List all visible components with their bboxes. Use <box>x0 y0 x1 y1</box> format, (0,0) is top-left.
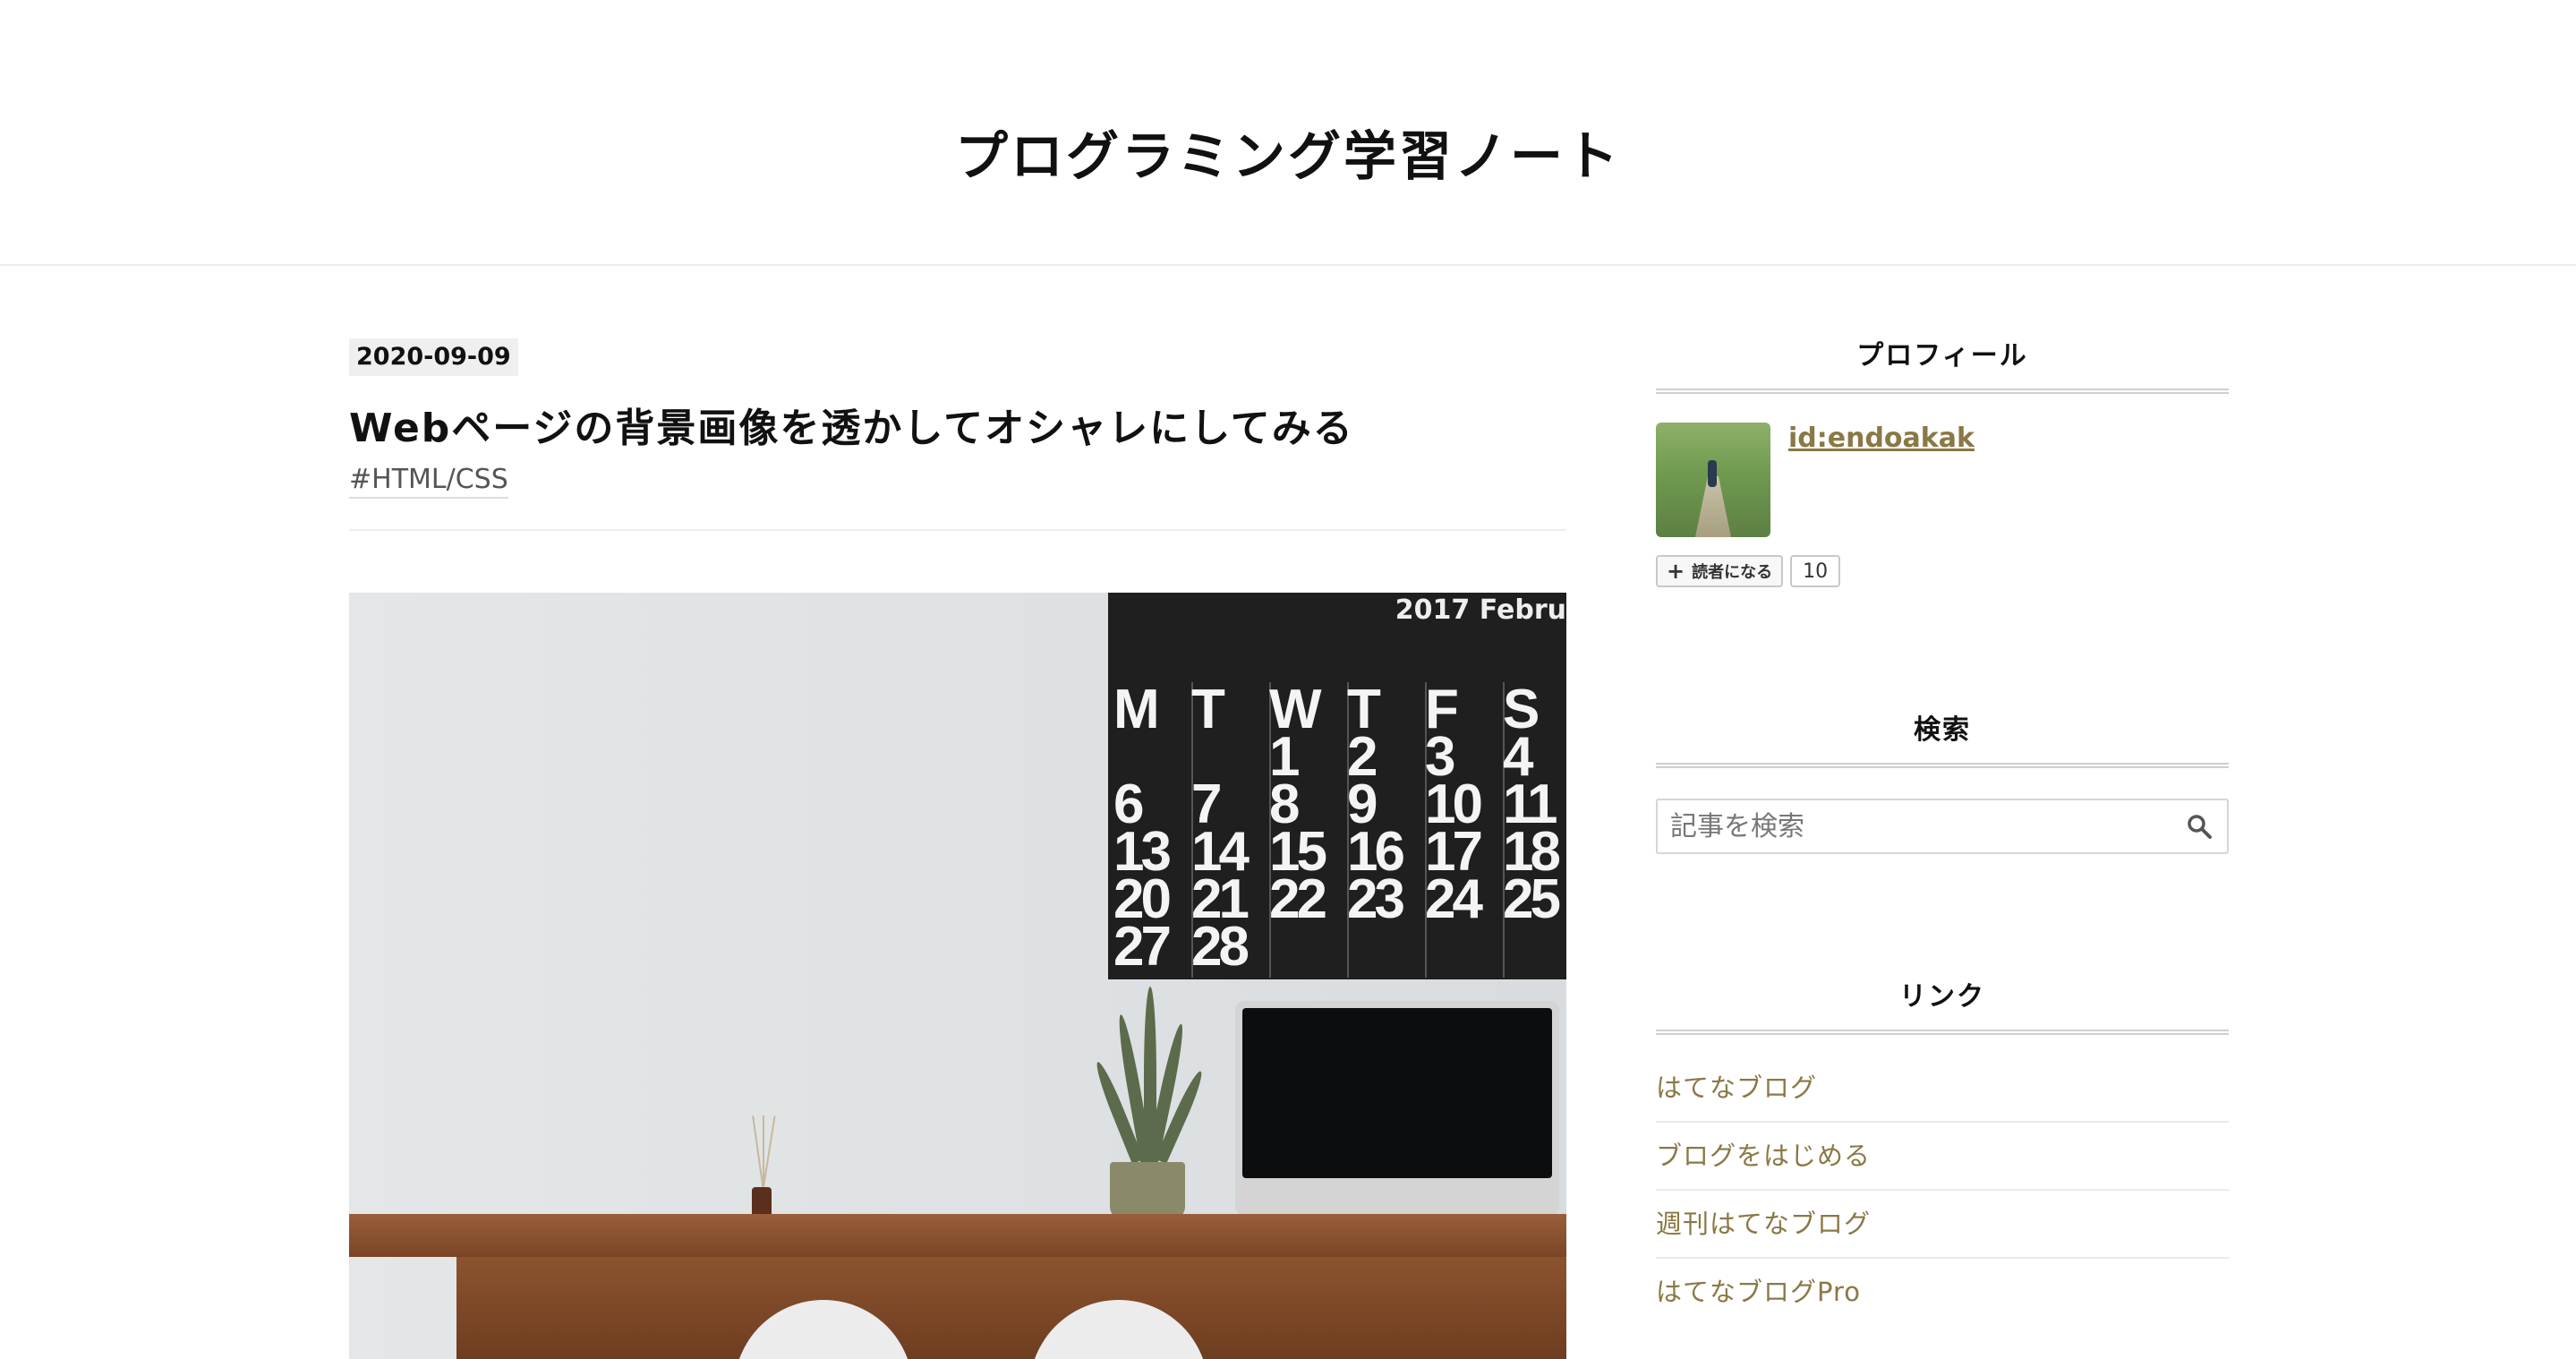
calendar-cell <box>1269 923 1347 970</box>
link-item[interactable]: 週刊はてなブログ <box>1656 1191 2229 1259</box>
subscribe-label: 読者になる <box>1692 563 1773 582</box>
photo-calendar: 2017 Febru M T W T F S 1 2 3 4 6 7 8 9 10 11 13 14 15 16 17 1… <box>1108 593 1566 979</box>
search-module: 検索 <box>1656 713 2229 854</box>
imac-display <box>1242 1008 1552 1178</box>
desk-front <box>456 1257 1566 1359</box>
link-item[interactable]: ブログをはじめる <box>1656 1123 2229 1191</box>
subscribe-button[interactable]: + 読者になる <box>1656 555 1784 587</box>
search-icon[interactable] <box>2186 813 2213 840</box>
search-box <box>1656 799 2229 854</box>
plant-pot <box>1110 1162 1185 1219</box>
blog-header: プログラミング学習ノート <box>0 0 2576 266</box>
calendar-cell <box>1503 923 1566 970</box>
calendar-cell: M <box>1113 679 1160 740</box>
category-link[interactable]: #HTML/CSS <box>349 464 508 499</box>
calendar-header: 2017 Febru <box>1395 594 1566 626</box>
entry-date[interactable]: 2020-09-09 <box>349 338 518 376</box>
imac-screen <box>1235 1001 1559 1216</box>
desk-top <box>349 1214 1566 1257</box>
links-module: リンク はてなブログ ブログをはじめる 週刊はてなブログ はてなブログPro <box>1656 979 2229 1325</box>
link-item[interactable]: はてなブログPro <box>1656 1259 2229 1325</box>
avatar-person <box>1708 460 1717 487</box>
calendar-cell: 22 <box>1269 868 1327 930</box>
calendar-cell: T <box>1191 679 1225 740</box>
profile-row: id:endoakak <box>1656 423 2229 537</box>
calendar-cell: 27 <box>1113 916 1172 978</box>
calendar-cell: 23 <box>1347 868 1405 930</box>
entry-title[interactable]: Webページの背景画像を透かしてオシャレにしてみる <box>349 403 1566 455</box>
calendar-grid: M T W T F S 1 2 3 4 6 7 8 9 10 11 13 14 15 16 17 18 20 21 22 23 24… <box>1113 679 1566 978</box>
search-input[interactable] <box>1668 800 2173 852</box>
link-item[interactable]: はてなブログ <box>1656 1055 2229 1123</box>
avatar[interactable] <box>1656 423 1770 537</box>
profile-module-title: プロフィール <box>1656 338 2229 394</box>
entry-header: 2020-09-09 Webページの背景画像を透かしてオシャレにしてみる #HT… <box>349 338 1566 531</box>
calendar-cell: 25 <box>1503 868 1561 930</box>
entry-divider <box>349 529 1566 531</box>
profile-user-link[interactable]: id:endoakak <box>1788 423 1975 537</box>
entry-photo: 2017 Febru M T W T F S 1 2 3 4 6 7 8 9 10 11 13 14 15 16 17 1… <box>349 593 1566 1359</box>
links-module-title: リンク <box>1656 979 2229 1035</box>
sidebar: プロフィール id:endoakak + 読者になる 10 検索 リン <box>1656 338 2229 1325</box>
subscribe-row: + 読者になる 10 <box>1656 555 2229 587</box>
plus-icon: + <box>1667 559 1685 584</box>
links-list: はてなブログ ブログをはじめる 週刊はてなブログ はてなブログPro <box>1656 1055 2229 1325</box>
entry-categories: #HTML/CSS <box>349 464 1566 499</box>
search-module-title: 検索 <box>1656 713 2229 768</box>
calendar-cell: 28 <box>1191 916 1250 978</box>
calendar-cell: 24 <box>1425 868 1483 930</box>
subscriber-count[interactable]: 10 <box>1790 555 1841 587</box>
profile-module: プロフィール id:endoakak + 読者になる 10 <box>1656 338 2229 587</box>
calendar-cell <box>1347 923 1425 970</box>
blog-title[interactable]: プログラミング学習ノート <box>0 121 2576 192</box>
calendar-cell <box>1425 923 1503 970</box>
